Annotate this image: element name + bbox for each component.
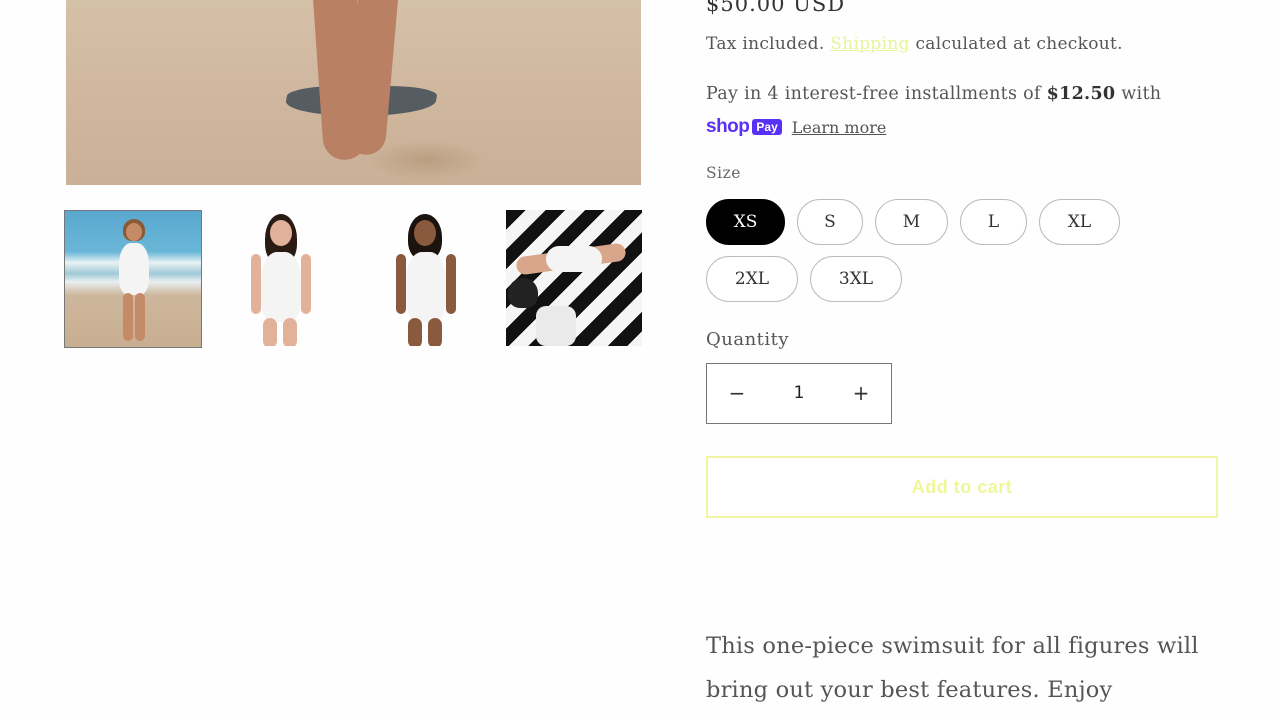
learn-more-link[interactable]: Learn more	[792, 118, 887, 137]
size-label: Size	[706, 164, 741, 182]
quantity-decrease-button[interactable]: −	[707, 364, 767, 422]
tax-prefix: Tax included.	[706, 34, 825, 54]
shop-pay-logo: shop	[706, 116, 750, 137]
installments-note: Pay in 4 interest-free installments of $…	[706, 84, 1226, 104]
sand-footprint	[366, 140, 486, 180]
shipping-link[interactable]: Shipping	[830, 34, 909, 54]
size-option-m[interactable]: M	[875, 199, 948, 245]
size-option-l[interactable]: L	[960, 199, 1027, 245]
size-option-xl[interactable]: XL	[1039, 199, 1120, 245]
quantity-increase-button[interactable]: +	[831, 364, 891, 422]
installments-amount: $12.50	[1046, 84, 1116, 104]
tax-note: Tax included. Shipping calculated at che…	[706, 34, 1123, 54]
size-option-3xl[interactable]: 3XL	[810, 256, 902, 302]
thumbnail-beach[interactable]	[64, 210, 202, 348]
thumbnail-front[interactable]	[213, 210, 349, 346]
size-option-xs[interactable]: XS	[706, 199, 785, 245]
size-option-s[interactable]: S	[797, 199, 863, 245]
product-description: This one-piece swimsuit for all figures …	[706, 633, 1199, 703]
thumbnail-lying[interactable]	[506, 210, 642, 346]
quantity-label: Quantity	[706, 329, 790, 350]
shop-pay-row: shop Pay Learn more	[706, 116, 886, 138]
tax-suffix: calculated at checkout.	[915, 34, 1123, 54]
main-product-image[interactable]	[66, 0, 641, 185]
size-option-2xl[interactable]: 2XL	[706, 256, 798, 302]
installments-prefix: Pay in 4 interest-free installments of	[706, 84, 1041, 104]
product-price: $50.00 USD	[706, 0, 846, 16]
quantity-input[interactable]: 1	[767, 364, 831, 422]
add-to-cart-button[interactable]: Add to cart	[706, 456, 1218, 518]
shop-pay-badge: Pay	[752, 119, 782, 135]
installments-suffix: with	[1121, 84, 1162, 104]
quantity-stepper: − 1 +	[706, 363, 892, 424]
thumbnail-side[interactable]	[358, 210, 494, 346]
